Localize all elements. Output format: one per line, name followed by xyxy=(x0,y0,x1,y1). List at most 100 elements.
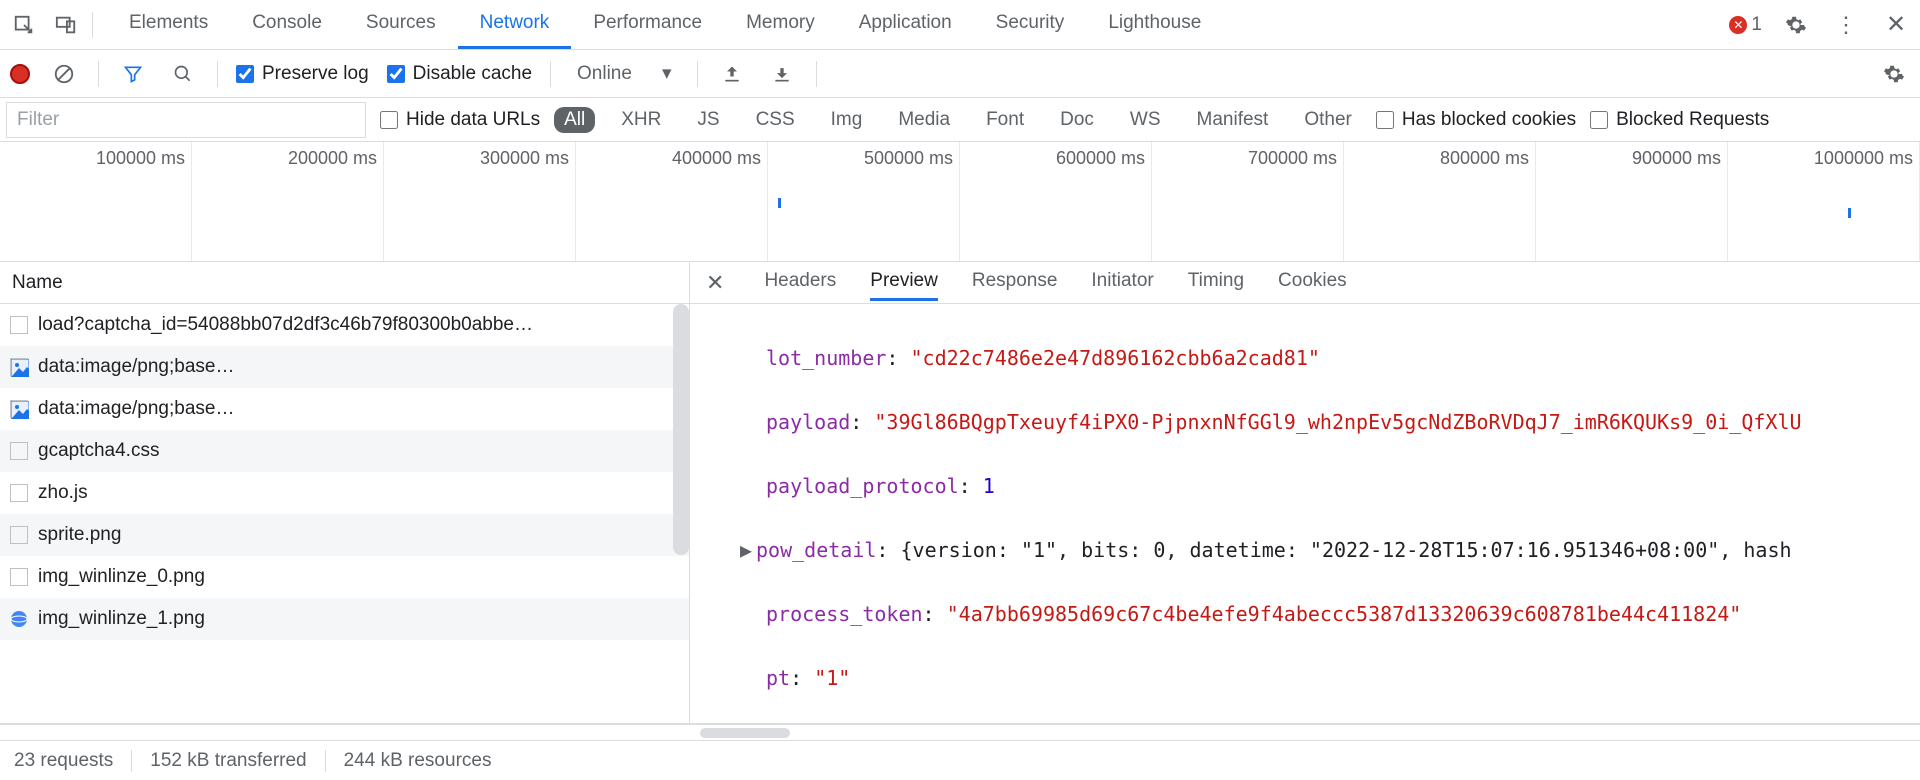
detail-tab-headers[interactable]: Headers xyxy=(764,264,836,301)
status-resources: 244 kB resources xyxy=(344,750,492,772)
tab-security[interactable]: Security xyxy=(974,0,1087,49)
filter-funnel-icon[interactable] xyxy=(117,58,149,90)
filter-type-media[interactable]: Media xyxy=(888,107,960,133)
settings-icon[interactable] xyxy=(1780,9,1812,41)
timeline-tick: 800000 ms xyxy=(1344,142,1536,261)
has-blocked-cookies-checkbox[interactable]: Has blocked cookies xyxy=(1376,109,1576,131)
request-name: load?captcha_id=54088bb07d2df3c46b79f803… xyxy=(38,314,533,336)
request-name: gcaptcha4.css xyxy=(38,440,159,462)
timeline-tick: 600000 ms xyxy=(960,142,1152,261)
error-count-value: 1 xyxy=(1751,14,1762,36)
request-detail-panel: ✕ Headers Preview Response Initiator Timing C… xyxy=(690,262,1920,723)
timeline-tick: 1000000 ms xyxy=(1728,142,1920,261)
file-icon xyxy=(10,526,28,544)
preserve-log-checkbox[interactable]: Preserve log xyxy=(236,63,369,85)
globe-icon xyxy=(10,610,28,628)
file-icon xyxy=(10,316,28,334)
request-row[interactable]: data:image/png;base… xyxy=(0,388,689,430)
device-toggle-icon[interactable] xyxy=(50,9,82,41)
tab-application[interactable]: Application xyxy=(837,0,974,49)
filter-type-img[interactable]: Img xyxy=(821,107,873,133)
throttling-select[interactable]: Online ▾ xyxy=(569,60,679,87)
name-column-header[interactable]: Name xyxy=(0,262,689,304)
timeline[interactable]: 100000 ms200000 ms300000 ms400000 ms5000… xyxy=(0,142,1920,262)
filter-type-other[interactable]: Other xyxy=(1294,107,1362,133)
tab-performance[interactable]: Performance xyxy=(571,0,724,49)
request-row[interactable]: data:image/png;base… xyxy=(0,346,689,388)
tab-memory[interactable]: Memory xyxy=(724,0,837,49)
status-requests: 23 requests xyxy=(14,750,113,772)
scrollbar[interactable] xyxy=(673,304,689,555)
request-name: sprite.png xyxy=(38,524,121,546)
record-button[interactable] xyxy=(10,64,30,84)
timeline-tick: 700000 ms xyxy=(1152,142,1344,261)
filter-input[interactable] xyxy=(6,102,366,138)
filter-type-manifest[interactable]: Manifest xyxy=(1187,107,1279,133)
request-row[interactable]: sprite.png xyxy=(0,514,689,556)
filter-type-all[interactable]: All xyxy=(554,107,595,133)
clear-icon[interactable] xyxy=(48,58,80,90)
inspect-icon[interactable] xyxy=(8,9,40,41)
filter-type-js[interactable]: JS xyxy=(687,107,729,133)
hide-data-urls-checkbox[interactable]: Hide data URLs xyxy=(380,109,540,131)
tab-elements[interactable]: Elements xyxy=(107,0,230,49)
blocked-requests-label: Blocked Requests xyxy=(1616,109,1769,131)
more-icon[interactable]: ⋮ xyxy=(1830,9,1862,41)
tab-console[interactable]: Console xyxy=(230,0,344,49)
request-row[interactable]: gcaptcha4.css xyxy=(0,430,689,472)
tab-sources[interactable]: Sources xyxy=(344,0,458,49)
close-devtools-icon[interactable]: ✕ xyxy=(1880,9,1912,41)
filter-type-font[interactable]: Font xyxy=(976,107,1034,133)
error-icon: ✕ xyxy=(1729,16,1747,34)
blocked-requests-checkbox[interactable]: Blocked Requests xyxy=(1590,109,1769,131)
filter-type-ws[interactable]: WS xyxy=(1120,107,1171,133)
timeline-tick: 500000 ms xyxy=(768,142,960,261)
disable-cache-checkbox[interactable]: Disable cache xyxy=(387,63,532,85)
request-row[interactable]: load?captcha_id=54088bb07d2df3c46b79f803… xyxy=(0,304,689,346)
preserve-log-label: Preserve log xyxy=(262,63,369,85)
upload-har-icon[interactable] xyxy=(716,58,748,90)
request-name: data:image/png;base… xyxy=(38,398,234,420)
filter-type-doc[interactable]: Doc xyxy=(1050,107,1104,133)
preview-pane[interactable]: lot_number: "cd22c7486e2e47d896162cbb6a2… xyxy=(690,304,1920,723)
request-row[interactable]: zho.js xyxy=(0,472,689,514)
filter-type-css[interactable]: CSS xyxy=(746,107,805,133)
detail-tab-response[interactable]: Response xyxy=(972,264,1058,301)
tab-lighthouse[interactable]: Lighthouse xyxy=(1086,0,1223,49)
chevron-down-icon: ▾ xyxy=(662,62,672,85)
timeline-tick: 200000 ms xyxy=(192,142,384,261)
status-transferred: 152 kB transferred xyxy=(150,750,306,772)
close-detail-icon[interactable]: ✕ xyxy=(700,270,730,296)
image-icon xyxy=(10,358,28,376)
status-bar: 23 requests 152 kB transferred 244 kB re… xyxy=(0,740,1920,780)
request-name: zho.js xyxy=(38,482,88,504)
network-toolbar: Preserve log Disable cache Online ▾ xyxy=(0,50,1920,98)
disable-cache-label: Disable cache xyxy=(413,63,532,85)
detail-tab-initiator[interactable]: Initiator xyxy=(1091,264,1153,301)
search-icon[interactable] xyxy=(167,58,199,90)
download-har-icon[interactable] xyxy=(766,58,798,90)
request-name: img_winlinze_0.png xyxy=(38,566,205,588)
hide-data-urls-label: Hide data URLs xyxy=(406,109,540,131)
detail-tab-preview[interactable]: Preview xyxy=(870,264,938,301)
file-icon xyxy=(10,442,28,460)
timeline-tick: 300000 ms xyxy=(384,142,576,261)
throttling-value: Online xyxy=(577,63,632,85)
request-name: data:image/png;base… xyxy=(38,356,234,378)
file-icon xyxy=(10,568,28,586)
filter-bar: Hide data URLs All XHR JS CSS Img Media Font Do… xyxy=(0,98,1920,142)
has-blocked-cookies-label: Has blocked cookies xyxy=(1402,109,1576,131)
devtools-tabs-bar: ElementsConsoleSourcesNetworkPerformance… xyxy=(0,0,1920,50)
network-settings-icon[interactable] xyxy=(1878,58,1910,90)
filter-type-xhr[interactable]: XHR xyxy=(611,107,671,133)
image-icon xyxy=(10,400,28,418)
tab-network[interactable]: Network xyxy=(458,0,572,49)
timeline-tick: 400000 ms xyxy=(576,142,768,261)
request-name: img_winlinze_1.png xyxy=(38,608,205,630)
error-count[interactable]: ✕ 1 xyxy=(1729,14,1762,36)
detail-tab-cookies[interactable]: Cookies xyxy=(1278,264,1347,301)
detail-tab-timing[interactable]: Timing xyxy=(1188,264,1244,301)
request-row[interactable]: img_winlinze_0.png xyxy=(0,556,689,598)
request-row[interactable]: img_winlinze_1.png xyxy=(0,598,689,640)
horizontal-scrollbar[interactable] xyxy=(0,724,1920,740)
